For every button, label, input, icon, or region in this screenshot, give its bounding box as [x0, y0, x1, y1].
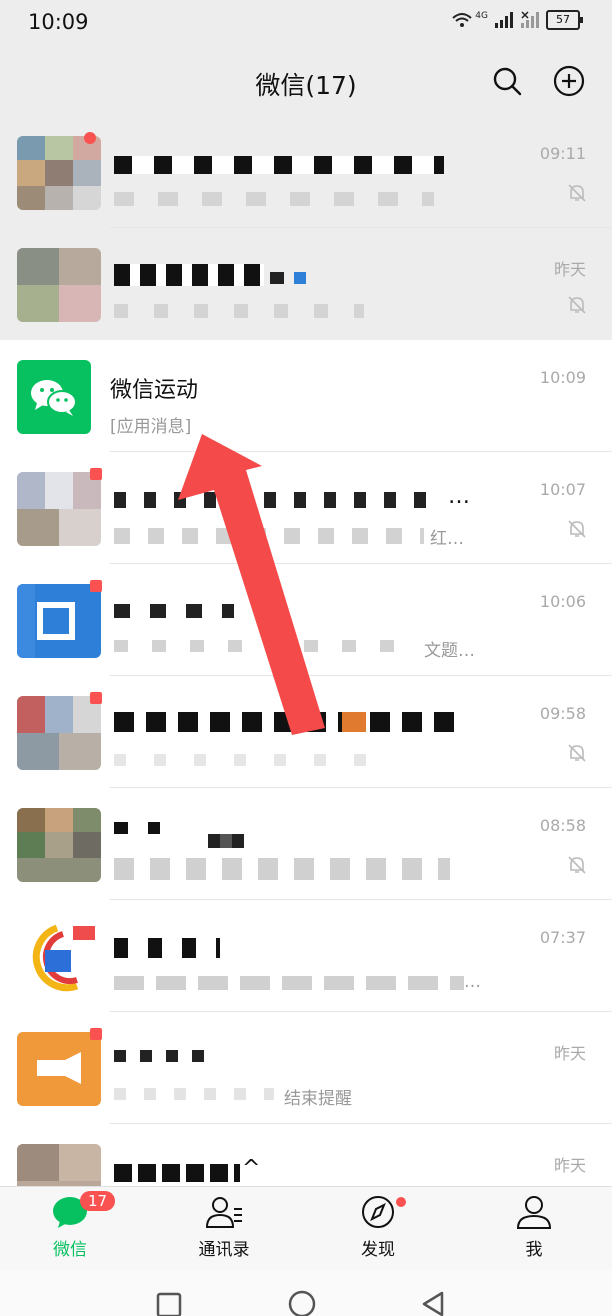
tab-label: 我 — [525, 1240, 543, 1260]
home-icon[interactable] — [288, 1290, 316, 1316]
tab-contacts[interactable]: 通讯录 — [164, 1195, 284, 1260]
tab-label: 通讯录 — [198, 1240, 250, 1260]
tab-label: 微信 — [53, 1240, 87, 1260]
compass-icon — [362, 1196, 394, 1228]
bottom-tab-bar: 17 微信 通讯录 发现 我 — [0, 1186, 612, 1271]
notification-dot — [396, 1197, 406, 1207]
recents-icon[interactable] — [156, 1292, 182, 1316]
system-nav-bar — [0, 1270, 612, 1316]
person-icon — [516, 1196, 552, 1229]
tab-discover[interactable]: 发现 — [318, 1195, 438, 1260]
unread-badge: 17 — [80, 1191, 116, 1211]
back-icon[interactable] — [420, 1290, 446, 1316]
tab-chats[interactable]: 17 微信 — [10, 1191, 130, 1260]
tab-me[interactable]: 我 — [474, 1195, 594, 1260]
tab-label: 发现 — [361, 1240, 395, 1260]
annotation-arrow — [178, 434, 325, 735]
contacts-icon — [205, 1197, 242, 1228]
